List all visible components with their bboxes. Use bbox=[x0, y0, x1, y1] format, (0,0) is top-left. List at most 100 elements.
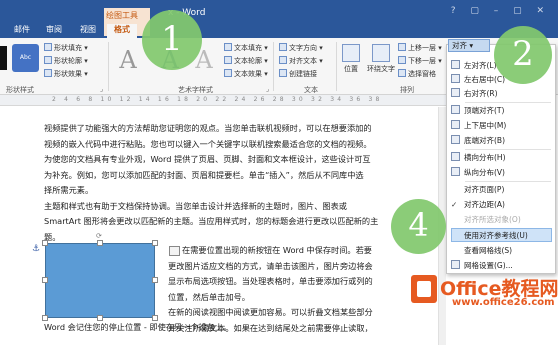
text-direction-icon bbox=[279, 43, 287, 51]
align-top-icon bbox=[451, 105, 460, 114]
menu-item-align-top[interactable]: 顶端对齐(T) bbox=[451, 104, 552, 118]
menu-item-distribute-vertical[interactable]: 纵向分布(V) bbox=[451, 166, 552, 180]
menu-separator bbox=[465, 102, 551, 103]
shape-style-swatch-blue[interactable]: Abc bbox=[12, 44, 39, 72]
distribute-horizontal-icon bbox=[451, 152, 460, 161]
tab-review[interactable]: 审阅 bbox=[46, 24, 62, 35]
wrap-text-button[interactable]: 环绕文字 bbox=[366, 42, 396, 74]
send-backward-button[interactable]: 下移一层 ▾ bbox=[398, 56, 442, 66]
position-icon bbox=[342, 44, 360, 62]
align-right-icon bbox=[451, 88, 460, 97]
align-center-icon bbox=[451, 74, 460, 83]
tab-view[interactable]: 视图 bbox=[80, 24, 96, 35]
selected-rectangle-shape[interactable] bbox=[45, 243, 155, 318]
menu-item-align-selected-objects: 对齐所选对象(O) bbox=[464, 215, 521, 224]
ruler-numbers: 2 4 6 8 10 12 14 16 18 20 22 24 26 28 30… bbox=[52, 96, 383, 103]
arrange-group-label: 排列 bbox=[400, 86, 414, 94]
menu-separator bbox=[465, 181, 551, 182]
paragraph-1[interactable]: 视频提供了功能强大的方法帮助您证明您的观点。当您单击联机视频时，可以在想要添加的… bbox=[44, 121, 390, 245]
resize-handle[interactable] bbox=[42, 240, 48, 246]
menu-item-view-gridlines[interactable]: 查看网格线(S) bbox=[451, 244, 552, 258]
drawing-tools-label: 绘图工具 bbox=[106, 11, 138, 20]
resize-handle[interactable] bbox=[152, 240, 158, 246]
align-middle-icon bbox=[451, 120, 460, 129]
menu-item-align-middle[interactable]: 上下居中(M) bbox=[451, 119, 552, 133]
tab-format[interactable]: 格式 bbox=[107, 24, 137, 38]
shape-style-swatch-dark[interactable] bbox=[0, 46, 7, 70]
text-line: 主题和样式也有助于文档保持协调。当您单击设计并选择新的主题时，图片、图表或 bbox=[44, 200, 347, 211]
checkmark-icon: ✓ bbox=[451, 200, 458, 209]
bring-forward-button[interactable]: 上移一层 ▾ bbox=[398, 43, 442, 53]
grid-icon bbox=[451, 260, 460, 269]
shape-styles-group-label: 形状样式 bbox=[6, 86, 34, 94]
group-separator bbox=[108, 42, 109, 91]
resize-handle[interactable] bbox=[42, 277, 48, 283]
text-line: 更改图片适应文档的方式，请单击该图片，图片旁边将会 bbox=[168, 260, 373, 271]
align-button[interactable]: 对齐 ▾ bbox=[448, 39, 490, 52]
text-line: 位置，然后单击加号。 bbox=[168, 291, 250, 302]
bring-forward-icon bbox=[398, 43, 406, 51]
paint-bucket-icon bbox=[44, 43, 52, 51]
selection-pane-button[interactable]: 选择窗格 bbox=[398, 69, 436, 79]
group-separator bbox=[336, 42, 337, 91]
menu-item-align-right[interactable]: 右对齐(R) bbox=[451, 87, 552, 101]
shape-effects-button[interactable]: 形状效果 ▾ bbox=[44, 69, 88, 79]
wordart-style-gray[interactable]: A bbox=[114, 44, 142, 76]
text-direction-button[interactable]: 文字方向 ▾ bbox=[279, 43, 323, 53]
callout-badge-1: 1 bbox=[142, 10, 202, 70]
text-outline-icon bbox=[224, 56, 232, 64]
text-line: Word 会记住您的停止位置 - 即使在另一个设备上。 bbox=[44, 322, 232, 332]
text-fill-button[interactable]: 文本填充 ▾ bbox=[224, 43, 268, 53]
shape-fill-button[interactable]: 形状填充 ▾ bbox=[44, 43, 88, 53]
distribute-vertical-icon bbox=[451, 167, 460, 176]
rotate-handle-icon[interactable]: ⟳ bbox=[96, 232, 102, 240]
word-window: 绘图工具 x - Word ? ▢ – ▢ ✕ 邮件 审阅 视图 格式 Abc … bbox=[0, 0, 558, 345]
align-bottom-icon bbox=[451, 135, 460, 144]
menu-item-align-to-margin[interactable]: ✓ 对齐边距(A) bbox=[451, 198, 552, 212]
text-line: 显示布局选项按钮。当处理表格时，单击要添加行或列的 bbox=[168, 276, 373, 286]
align-text-button[interactable]: 对齐文本 ▾ bbox=[279, 56, 323, 66]
text-line: 为补充。例如，您可以添加匹配的封面、页眉和提要栏。单击“插入”，然后从不同库中选 bbox=[44, 169, 364, 180]
align-text-icon bbox=[279, 56, 287, 64]
text-line: 在需要位置出现的新按钮在 Word 中保存时间。若要 bbox=[182, 245, 372, 255]
text-line: 在新的阅读视图中阅读更加容易。可以折叠文档某些部分 bbox=[168, 307, 373, 317]
text-line: 视频提供了功能强大的方法帮助您证明您的观点。当您单击联机视频时，可以在想要添加的 bbox=[44, 123, 372, 133]
menu-separator bbox=[465, 149, 551, 150]
watermark-url: www.office26.com bbox=[452, 297, 555, 308]
align-left-icon bbox=[451, 60, 460, 69]
anchor-icon: ⚓ bbox=[32, 244, 41, 254]
dialog-launcher-icon[interactable]: ⌟ bbox=[100, 85, 103, 93]
menu-item-align-bottom[interactable]: 底端对齐(B) bbox=[451, 134, 552, 148]
menu-item-use-alignment-guides[interactable]: 使用对齐参考线(U) bbox=[451, 228, 552, 242]
menu-item-grid-settings[interactable]: 网格设置(G)... bbox=[451, 259, 552, 273]
effects-icon bbox=[44, 69, 52, 77]
send-backward-icon bbox=[398, 56, 406, 64]
text-line: 择所需元素。 bbox=[44, 185, 94, 195]
link-icon bbox=[279, 69, 287, 77]
position-button[interactable]: 位置 bbox=[338, 42, 364, 74]
text-effects-button[interactable]: 文本效果 ▾ bbox=[224, 69, 268, 79]
callout-badge-2: 2 bbox=[494, 26, 552, 84]
callout-badge-4: 4 bbox=[391, 199, 446, 254]
text-outline-button[interactable]: 文本轮廓 ▾ bbox=[224, 56, 268, 66]
create-link-button[interactable]: 创建链接 bbox=[279, 69, 317, 79]
menu-item-align-to-page[interactable]: 对齐页面(P) bbox=[451, 183, 552, 197]
shape-outline-button[interactable]: 形状轮廓 ▾ bbox=[44, 56, 88, 66]
text-group-label: 文本 bbox=[304, 86, 318, 94]
pen-icon bbox=[44, 56, 52, 64]
dialog-launcher-icon[interactable]: ⌟ bbox=[266, 85, 269, 93]
text-line: 视频的嵌入代码中进行粘贴。您也可以键入一个关键字以联机搜索最适合您的文档的视频。 bbox=[44, 138, 372, 149]
wordart-group-label: 艺术字样式 bbox=[178, 86, 213, 94]
text-effects-icon bbox=[224, 69, 232, 77]
tab-mailings[interactable]: 邮件 bbox=[14, 24, 30, 35]
window-controls[interactable]: ? ▢ – ▢ ✕ bbox=[451, 6, 550, 16]
text-line: 为使您的文档具有专业外观，Word 提供了页眉、页脚、封面和文本框设计，这些设计… bbox=[44, 154, 371, 164]
menu-item-distribute-horizontal[interactable]: 横向分布(H) bbox=[451, 151, 552, 165]
text-fill-icon bbox=[224, 43, 232, 51]
resize-handle[interactable] bbox=[97, 240, 103, 246]
office-logo-icon bbox=[411, 275, 437, 303]
group-separator bbox=[273, 42, 274, 91]
text-line: SmartArt 图形将会更改以匹配新的主题。当应用样式时，您的标题会进行更改以… bbox=[44, 216, 379, 242]
resize-handle[interactable] bbox=[152, 277, 158, 283]
wrap-text-icon bbox=[372, 44, 390, 62]
